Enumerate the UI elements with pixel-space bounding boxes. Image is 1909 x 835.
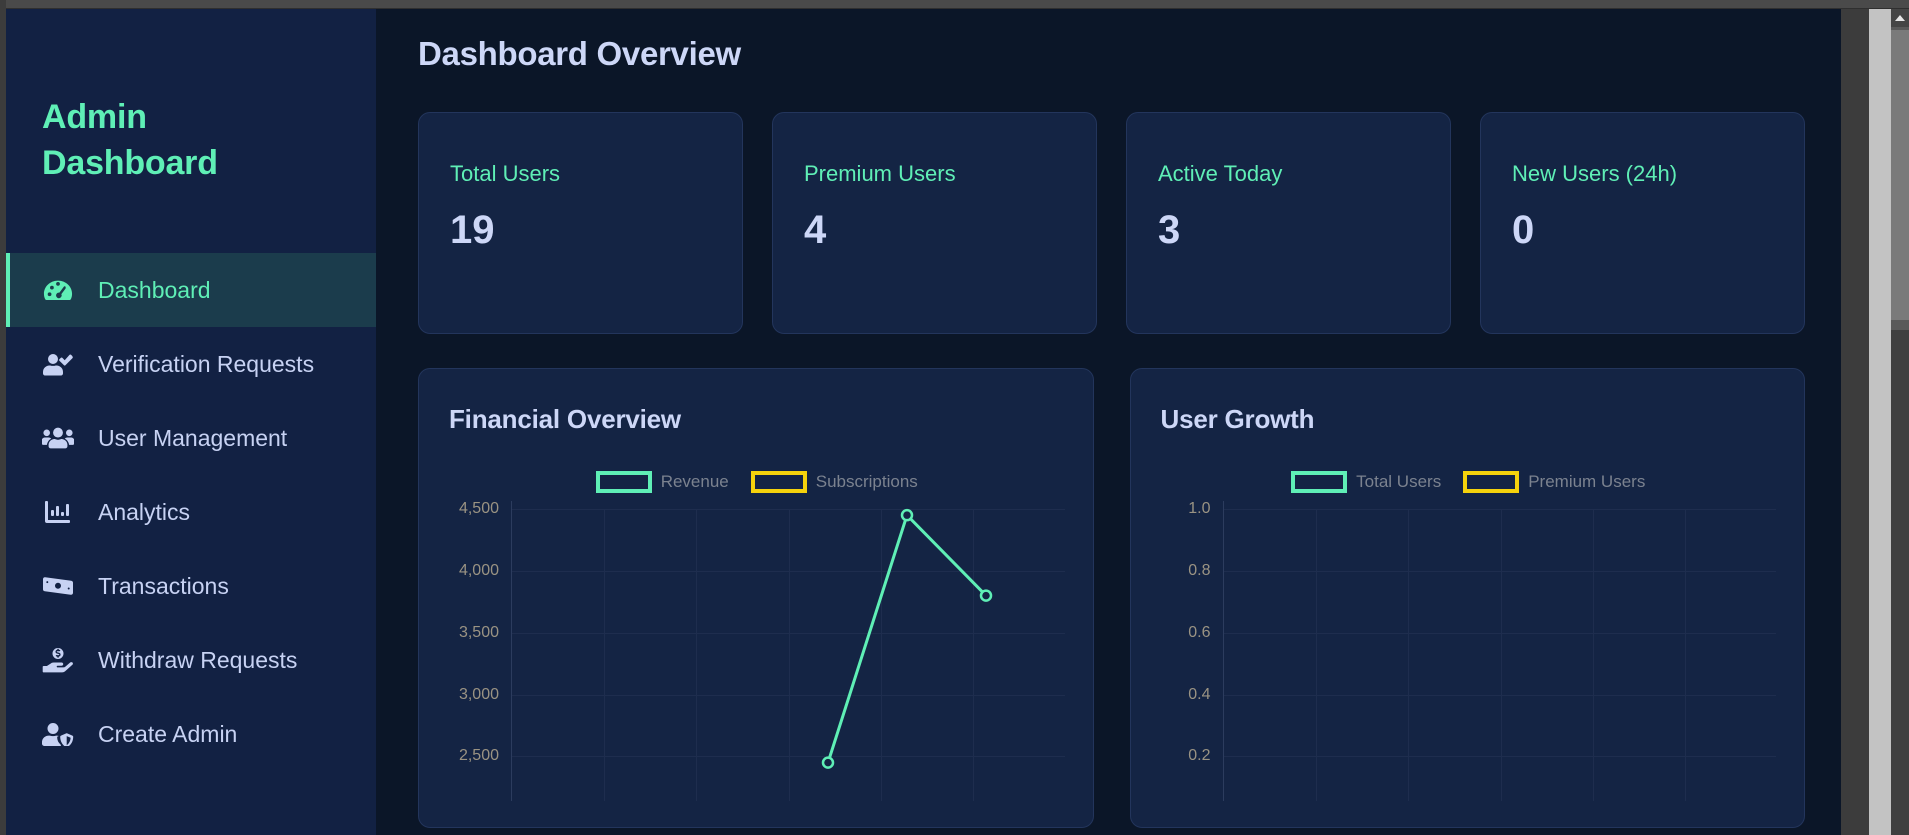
plot-area: 4,500 4,000 3,500 3,000 2,500 — [449, 500, 1065, 801]
legend-entry-revenue[interactable]: Revenue — [595, 471, 729, 493]
sidebar-item-label: Create Admin — [98, 720, 238, 747]
y-axis-tick-label: 0.4 — [1188, 685, 1211, 703]
legend-swatch-icon — [750, 471, 807, 493]
legend-entry-premium-users[interactable]: Premium Users — [1463, 471, 1645, 493]
window-scrollbar-thumb[interactable] — [1891, 30, 1909, 320]
stat-card-total-users: Total Users 19 — [418, 112, 743, 334]
sidebar-item-label: Transactions — [98, 572, 229, 599]
sidebar-item-analytics[interactable]: Analytics — [6, 475, 376, 549]
bar-chart-icon — [42, 497, 74, 527]
y-axis-tick-label: 4,500 — [458, 500, 499, 517]
user-shield-icon — [42, 719, 74, 749]
stat-card-value: 4 — [804, 208, 827, 252]
window-scrollbar-lower-track[interactable] — [1891, 330, 1909, 835]
chart-legend: Revenue Subscriptions — [449, 469, 1065, 495]
legend-entry-total-users[interactable]: Total Users — [1291, 471, 1441, 493]
series-point — [821, 756, 835, 769]
chart-grid: Financial Overview Revenue Subscriptions… — [418, 368, 1805, 828]
sidebar-item-withdraw-requests[interactable]: Withdraw Requests — [6, 623, 376, 697]
scroll-up-arrow-icon[interactable] — [1891, 9, 1909, 27]
legend-label: Total Users — [1356, 472, 1442, 491]
brand-line-1: Admin — [42, 98, 147, 136]
brand-line-2: Dashboard — [42, 143, 218, 182]
gauge-icon — [42, 275, 74, 305]
money-bill-icon — [42, 571, 74, 601]
chart-card-user-growth: User Growth Total Users Premium Users 1.… — [1129, 368, 1805, 828]
sidebar-item-label: Withdraw Requests — [98, 646, 298, 673]
chart-title: Financial Overview — [449, 404, 681, 434]
user-check-icon — [42, 349, 74, 379]
page-scrollbar-gutter — [1869, 9, 1891, 835]
plot-canvas-financial — [511, 501, 1065, 801]
stat-card-label: Active Today — [1158, 161, 1283, 186]
y-axis-tick-label: 0.6 — [1188, 623, 1211, 641]
sidebar-nav: Dashboard Verification Requests User Man… — [6, 253, 376, 771]
sidebar-item-label: Verification Requests — [98, 350, 315, 377]
chart-title: User Growth — [1160, 404, 1315, 434]
y-axis-financial: 4,500 4,000 3,500 3,000 2,500 — [449, 500, 505, 801]
legend-label: Subscriptions — [815, 472, 918, 491]
hand-money-icon — [42, 645, 74, 675]
chart-legend: Total Users Premium Users — [1161, 469, 1777, 495]
y-axis-tick-label: 2,500 — [458, 747, 499, 765]
stat-card-value: 19 — [450, 208, 495, 252]
app-viewport: Admin Dashboard Dashboard Verification R… — [6, 9, 1841, 835]
sidebar-item-label: Dashboard — [98, 276, 211, 303]
sidebar-item-verification-requests[interactable]: Verification Requests — [6, 327, 376, 401]
sidebar-item-label: Analytics — [98, 498, 191, 525]
series-line — [826, 512, 988, 764]
y-axis-tick-label: 4,000 — [458, 561, 499, 579]
legend-swatch-icon — [1291, 471, 1348, 493]
series-point — [979, 589, 993, 602]
chart-series-layer — [821, 508, 993, 769]
sidebar-item-transactions[interactable]: Transactions — [6, 549, 376, 623]
main-content: Dashboard Overview Total Users 19 Premiu… — [376, 9, 1841, 835]
chart-card-financial-overview: Financial Overview Revenue Subscriptions… — [418, 368, 1094, 828]
sidebar: Admin Dashboard Dashboard Verification R… — [6, 9, 376, 835]
y-axis-tick-label: 3,500 — [458, 623, 499, 641]
plot-area: 1.0 0.8 0.6 0.4 0.2 — [1161, 500, 1777, 801]
stat-card-value: 3 — [1158, 208, 1181, 252]
series-point — [900, 508, 914, 522]
y-axis-tick-label: 1.0 — [1188, 500, 1211, 517]
y-axis-user-growth: 1.0 0.8 0.6 0.4 0.2 — [1161, 500, 1217, 801]
stat-card-label: New Users (24h) — [1512, 161, 1678, 186]
legend-swatch-icon — [595, 471, 652, 493]
y-axis-tick-label: 0.2 — [1188, 747, 1211, 765]
sidebar-item-label: User Management — [98, 424, 288, 451]
legend-label: Revenue — [660, 472, 729, 491]
plot-canvas-user-growth — [1222, 501, 1777, 801]
sidebar-item-create-admin[interactable]: Create Admin — [6, 697, 376, 771]
stat-card-new-users-24h: New Users (24h) 0 — [1480, 112, 1805, 334]
window-titlebar — [0, 0, 1909, 9]
stat-card-label: Premium Users — [804, 161, 956, 186]
legend-entry-subscriptions[interactable]: Subscriptions — [750, 471, 918, 493]
stat-card-active-today: Active Today 3 — [1126, 112, 1451, 334]
sidebar-item-user-management[interactable]: User Management — [6, 401, 376, 475]
y-axis-tick-label: 3,000 — [458, 685, 499, 703]
stat-card-grid: Total Users 19 Premium Users 4 Active To… — [418, 112, 1805, 334]
stat-card-value: 0 — [1512, 208, 1535, 252]
sidebar-item-dashboard[interactable]: Dashboard — [6, 253, 376, 328]
browser-window: Admin Dashboard Dashboard Verification R… — [0, 0, 1909, 835]
y-axis-tick-label: 0.8 — [1188, 561, 1211, 579]
legend-swatch-icon — [1463, 471, 1520, 493]
legend-label: Premium Users — [1528, 472, 1646, 491]
users-icon — [42, 423, 74, 453]
chart-series-layer — [1224, 501, 1777, 801]
stat-card-premium-users: Premium Users 4 — [772, 112, 1097, 334]
stat-card-label: Total Users — [450, 161, 561, 186]
page-title: Dashboard Overview — [418, 35, 741, 72]
brand-logo: Admin Dashboard — [6, 9, 376, 186]
